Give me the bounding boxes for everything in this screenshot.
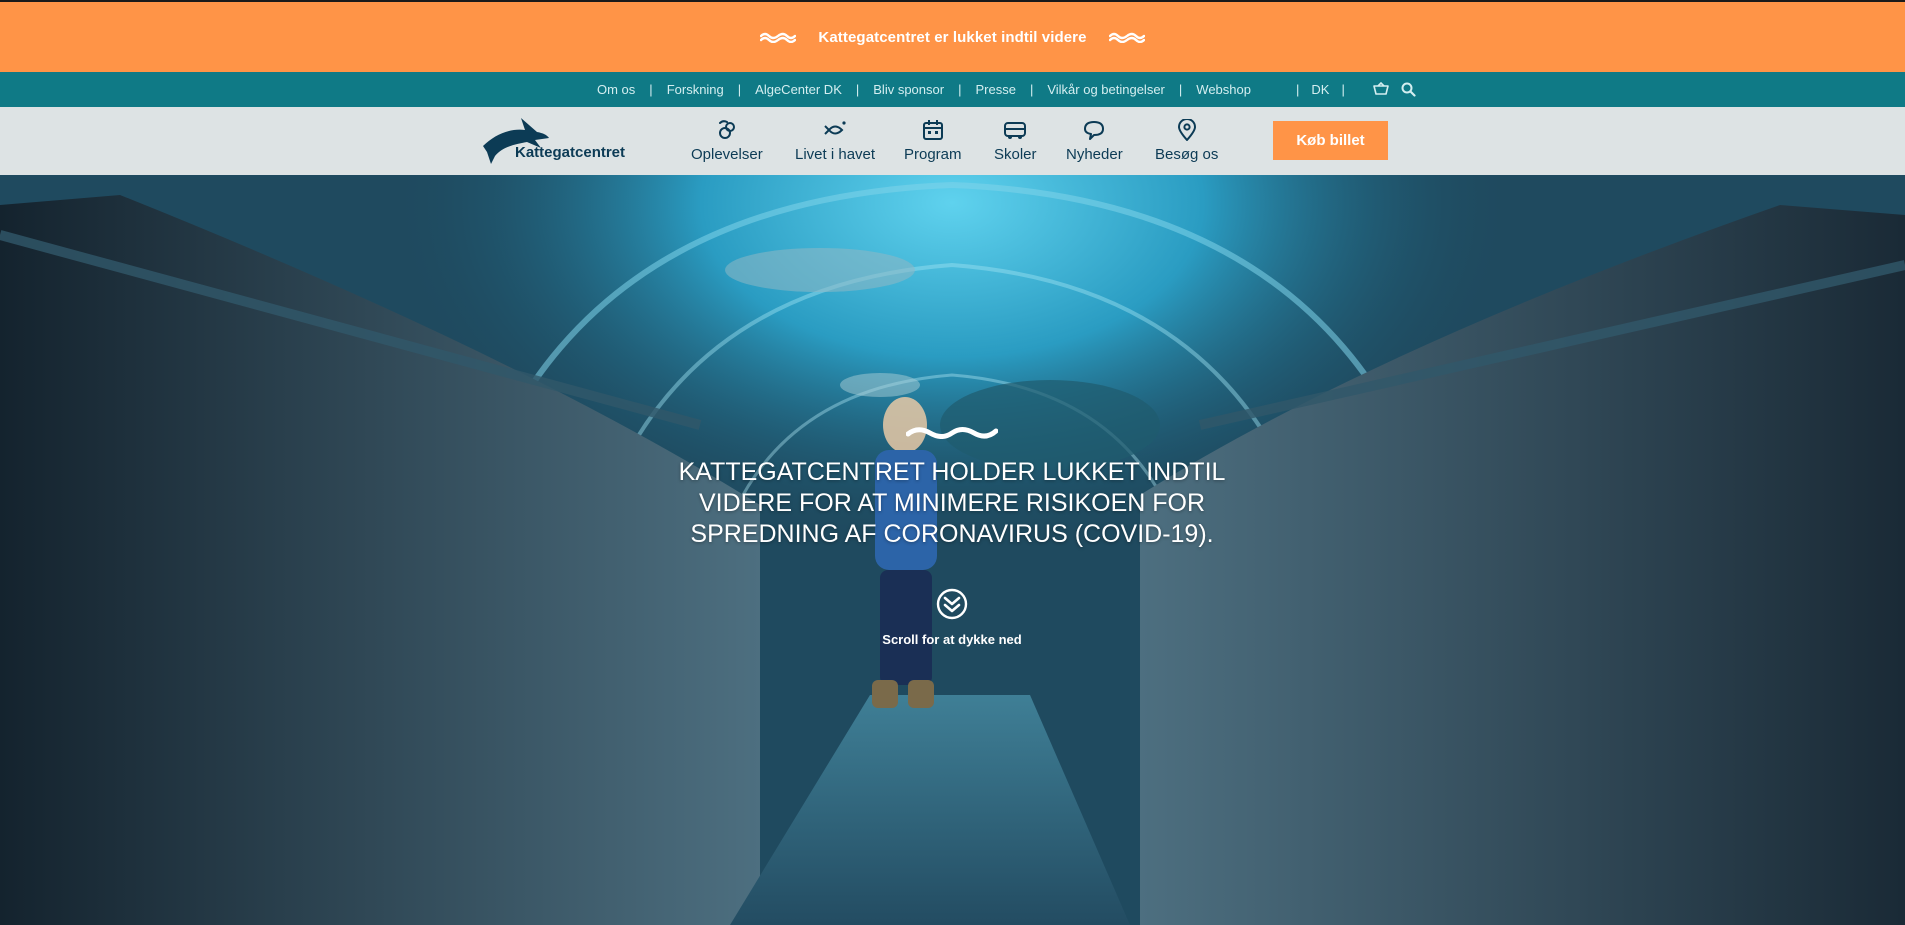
nav-label: Besøg os <box>1155 146 1219 163</box>
nav-label: Oplevelser <box>691 146 763 163</box>
wave-icon <box>906 427 998 439</box>
separator: | <box>1341 82 1345 97</box>
separator: | <box>737 82 742 97</box>
alert-bar: Kattegatcentret er lukket indtil videre <box>0 0 1905 72</box>
top-nav-link-algecenter[interactable]: AlgeCenter DK <box>755 82 842 97</box>
calendar-icon <box>922 120 943 140</box>
language-selector: | DK | <box>1296 72 1345 107</box>
top-nav: Om os | Forskning | AlgeCenter DK | Bliv… <box>0 72 1905 107</box>
top-nav-links: Om os | Forskning | AlgeCenter DK | Bliv… <box>597 72 1251 107</box>
chevron-double-down-icon[interactable] <box>936 588 968 620</box>
wave-icon <box>760 32 797 43</box>
speech-bubble-icon <box>1084 121 1105 140</box>
top-nav-link-forskning[interactable]: Forskning <box>667 82 724 97</box>
location-pin-icon <box>1177 119 1196 141</box>
language-dk[interactable]: DK <box>1311 82 1329 97</box>
buy-ticket-button[interactable]: Køb billet <box>1273 121 1388 160</box>
top-nav-link-om-os[interactable]: Om os <box>597 82 635 97</box>
nav-item-program[interactable]: Program <box>904 119 962 163</box>
bus-icon <box>1004 122 1027 139</box>
main-nav: Oplevelser Livet i havet Program Skoler … <box>0 107 1905 175</box>
basket-icon[interactable] <box>1370 78 1392 100</box>
separator: | <box>1296 82 1300 97</box>
hero-title: KATTEGATCENTRET HOLDER LUKKET INDTIL VID… <box>678 458 1226 548</box>
separator: | <box>958 82 962 97</box>
nav-item-skoler[interactable]: Skoler <box>994 119 1037 163</box>
main-header: Kattegatcentret Oplevelser Livet i havet <box>0 107 1905 175</box>
separator: | <box>1029 82 1034 97</box>
nav-label: Livet i havet <box>795 146 876 163</box>
top-nav-link-vilkaar[interactable]: Vilkår og betingelser <box>1047 82 1165 97</box>
nav-label: Skoler <box>994 146 1037 163</box>
top-nav-link-bliv-sponsor[interactable]: Bliv sponsor <box>873 82 944 97</box>
nav-item-nyheder[interactable]: Nyheder <box>1066 119 1123 163</box>
nav-item-besog-os[interactable]: Besøg os <box>1155 119 1218 163</box>
hero-section: KATTEGATCENTRET HOLDER LUKKET INDTIL VID… <box>0 175 1905 925</box>
separator: | <box>649 82 653 97</box>
wave-icon <box>1108 32 1145 43</box>
search-icon[interactable] <box>1397 78 1419 100</box>
nav-label: Program <box>904 146 962 163</box>
nav-label: Nyheder <box>1066 146 1123 163</box>
nav-item-livet-i-havet[interactable]: Livet i havet <box>795 119 875 163</box>
experiences-icon <box>718 120 735 139</box>
fish-icon <box>824 121 846 135</box>
top-nav-link-webshop[interactable]: Webshop <box>1196 82 1251 97</box>
scroll-hint[interactable]: Scroll for at dykke ned <box>882 632 1021 647</box>
separator: | <box>1178 82 1183 97</box>
alert-text[interactable]: Kattegatcentret er lukket indtil videre <box>818 29 1086 46</box>
hero-content: KATTEGATCENTRET HOLDER LUKKET INDTIL VID… <box>652 425 1252 647</box>
top-nav-link-presse[interactable]: Presse <box>975 82 1015 97</box>
nav-item-oplevelser[interactable]: Oplevelser <box>691 119 763 163</box>
separator: | <box>855 82 860 97</box>
